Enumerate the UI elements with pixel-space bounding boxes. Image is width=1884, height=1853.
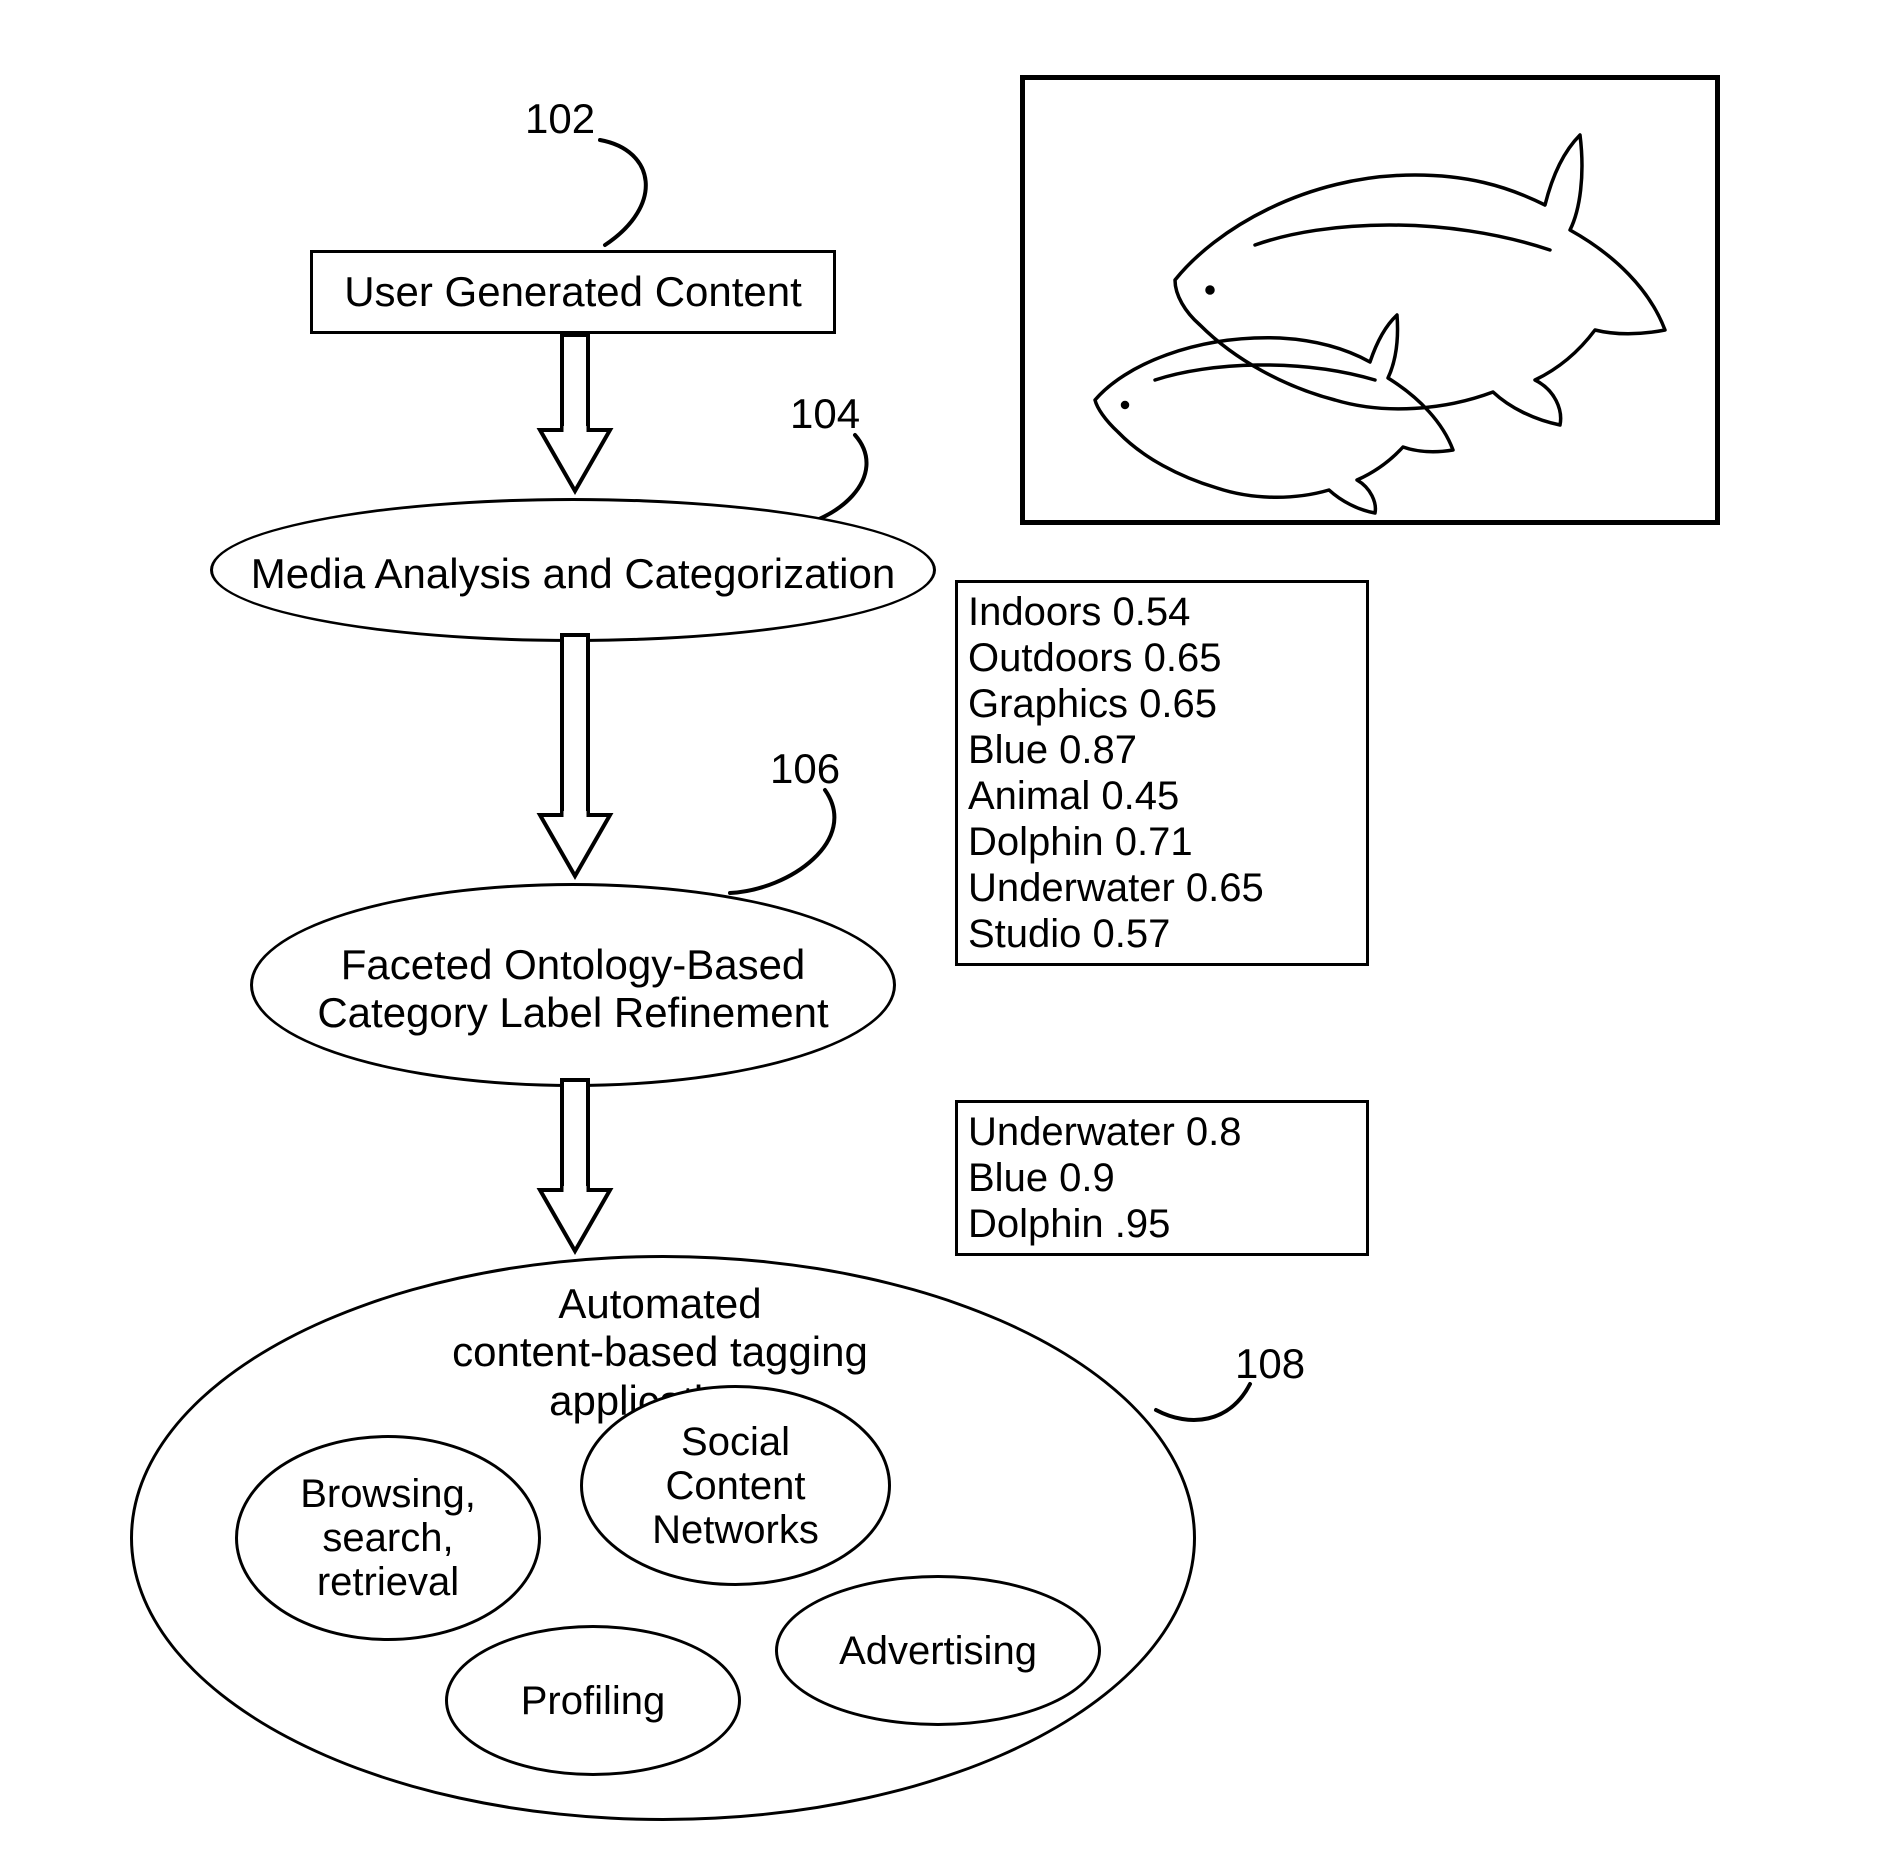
node-media-analysis: Media Analysis and Categorization [210,498,936,642]
node-refinement: Faceted Ontology-Based Category Label Re… [250,883,896,1087]
leader-106 [720,785,850,905]
score-row: Indoors 0.54 [968,589,1356,635]
arrow-ugc-to-media [525,331,625,501]
score-row: Underwater 0.8 [968,1109,1356,1155]
score-row: Animal 0.45 [968,773,1356,819]
sub-browsing-label: Browsing, search, retrieval [300,1472,476,1604]
sub-social-label: Social Content Networks [652,1420,819,1552]
node-user-generated-content: User Generated Content [310,250,836,334]
sub-node-social: Social Content Networks [580,1385,891,1586]
score-row: Dolphin .95 [968,1201,1356,1247]
node-ugc-label: User Generated Content [344,268,802,316]
leader-102 [545,135,685,255]
score-row: Underwater 0.65 [968,865,1356,911]
arrow-media-to-refine [525,631,625,886]
leader-108 [1150,1378,1260,1438]
sample-image-frame [1020,75,1720,525]
node-refine-label: Faceted Ontology-Based Category Label Re… [317,941,828,1038]
score-row: Blue 0.9 [968,1155,1356,1201]
score-row: Graphics 0.65 [968,681,1356,727]
diagram-stage: 102 User Generated Content 10 [0,0,1884,1853]
sub-node-profiling: Profiling [445,1625,741,1776]
score-row: Dolphin 0.71 [968,819,1356,865]
score-row: Outdoors 0.65 [968,635,1356,681]
score-row: Studio 0.57 [968,911,1356,957]
sub-node-advertising: Advertising [775,1575,1101,1726]
node-media-label: Media Analysis and Categorization [251,550,895,598]
dolphin-icon [1025,80,1715,520]
scores-initial-box: Indoors 0.54Outdoors 0.65Graphics 0.65Bl… [955,580,1369,966]
sub-node-browsing: Browsing, search, retrieval [235,1435,541,1641]
arrow-refine-to-apps [525,1076,625,1261]
sub-profiling-label: Profiling [521,1679,666,1723]
scores-refined-box: Underwater 0.8Blue 0.9Dolphin .95 [955,1100,1369,1256]
score-row: Blue 0.87 [968,727,1356,773]
sub-advertising-label: Advertising [839,1629,1037,1673]
